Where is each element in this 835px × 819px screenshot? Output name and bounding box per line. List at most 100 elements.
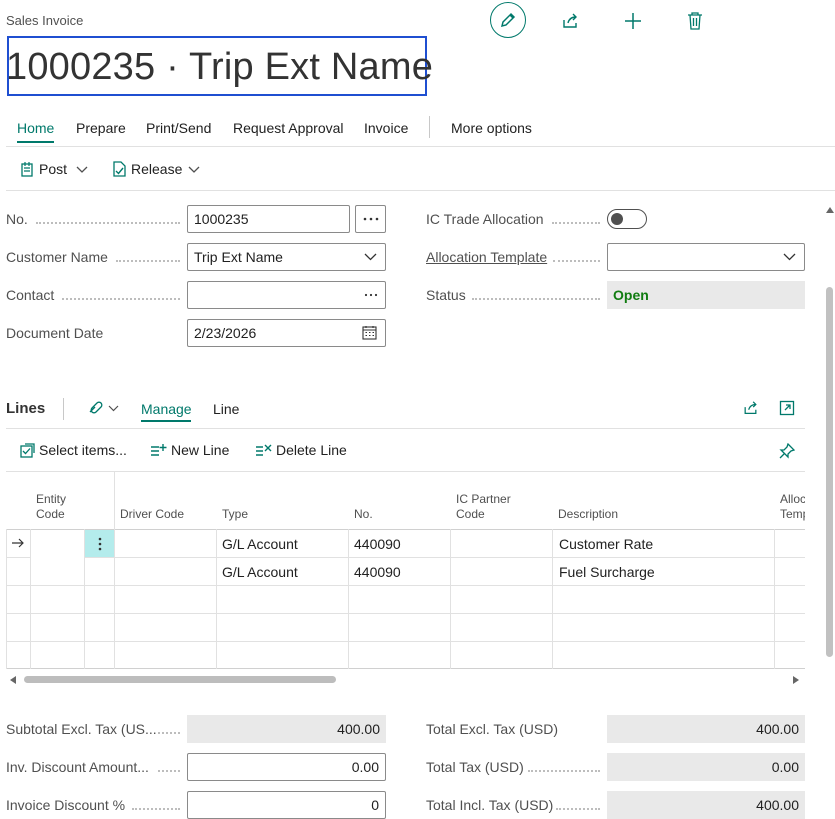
row-divider [6, 557, 805, 558]
inv-discount-amount-field[interactable]: 0.00 [187, 753, 386, 781]
pin-icon[interactable] [779, 443, 795, 459]
contact-label: Contact [6, 287, 55, 303]
col-header-text: Code [36, 507, 65, 521]
line-description-cell[interactable]: Fuel Surcharge [559, 564, 655, 580]
row-divider [6, 585, 805, 586]
chevron-down-icon[interactable] [364, 253, 377, 261]
release-icon [113, 161, 126, 177]
delete-button[interactable] [684, 10, 706, 32]
separator [63, 398, 64, 420]
col-header-allocation-template[interactable]: Alloc Temp [780, 492, 805, 522]
delete-icon [688, 12, 702, 30]
col-header-no[interactable]: No. [354, 507, 373, 522]
divider [6, 146, 835, 147]
post-icon [21, 162, 33, 177]
tab-separator [429, 116, 430, 138]
row-divider [6, 668, 805, 669]
lines-grid: Entity Code Driver Code Type No. IC Part… [6, 471, 805, 669]
horizontal-scrollbar-thumb[interactable] [24, 676, 336, 683]
row-divider [6, 613, 805, 614]
col-divider [348, 529, 349, 669]
calendar-icon[interactable] [362, 325, 377, 340]
new-line-label: New Line [171, 442, 230, 458]
expand-icon[interactable] [779, 400, 795, 416]
no-label: No. [6, 211, 28, 227]
subtotal-value: 400.00 [187, 715, 386, 743]
row-actions-button[interactable] [85, 530, 114, 557]
line-description-cell[interactable]: Customer Rate [559, 536, 653, 552]
tab-home-underline [17, 141, 54, 143]
leader-dots [62, 298, 180, 300]
more-icon[interactable] [364, 293, 378, 297]
share-icon[interactable] [742, 400, 759, 416]
delete-line-button[interactable]: Delete Line [255, 442, 347, 458]
col-divider [114, 471, 115, 529]
customer-name-label: Customer Name [6, 249, 108, 265]
leader-dots [36, 222, 180, 224]
lines-tab-underline [141, 420, 191, 422]
tab-invoice[interactable]: Invoice [364, 120, 408, 136]
release-chevron-down-icon[interactable] [188, 166, 200, 174]
line-type-cell[interactable]: G/L Account [222, 536, 298, 552]
edit-button[interactable] [490, 2, 526, 38]
scroll-left-icon[interactable] [10, 676, 17, 684]
chevron-down-icon [108, 405, 119, 411]
col-divider [552, 529, 553, 669]
chevron-down-icon[interactable] [783, 253, 796, 261]
row-divider [6, 529, 805, 530]
document-date-label: Document Date [6, 325, 104, 341]
share-button[interactable] [559, 10, 581, 32]
page-title: 1000235 · Trip Ext Name [6, 46, 434, 88]
tab-more-options[interactable]: More options [451, 120, 532, 136]
cell-bottom [31, 557, 84, 558]
more-icon [363, 217, 378, 221]
tab-request-approval[interactable]: Request Approval [233, 120, 344, 136]
leader-dots [158, 770, 180, 772]
tab-home[interactable]: Home [17, 120, 54, 136]
leader-dots [158, 732, 180, 734]
current-row-arrow-icon [12, 538, 24, 548]
line-no-cell[interactable]: 440090 [354, 564, 401, 580]
contact-field[interactable] [187, 281, 386, 309]
col-header-driver-code[interactable]: Driver Code [120, 507, 184, 522]
new-line-button[interactable]: New Line [150, 442, 229, 458]
tab-prepare[interactable]: Prepare [76, 120, 126, 136]
document-date-field[interactable]: 2/23/2026 [187, 319, 386, 347]
line-type-cell[interactable]: G/L Account [222, 564, 298, 580]
vertical-scrollbar-thumb[interactable] [826, 287, 833, 657]
col-header-text: Entity [36, 492, 67, 506]
ic-trade-allocation-toggle[interactable] [607, 209, 647, 229]
col-header-description[interactable]: Description [558, 507, 618, 522]
select-items-label: Select items... [39, 442, 127, 458]
lines-tab-manage[interactable]: Manage [141, 401, 192, 417]
add-button[interactable] [622, 10, 644, 32]
col-header-type[interactable]: Type [222, 507, 248, 522]
col-header-entity-code[interactable]: Entity Code [36, 492, 66, 522]
toggle-knob [611, 212, 623, 225]
scroll-up-icon[interactable] [826, 207, 834, 213]
lines-title: Lines [6, 400, 46, 417]
post-chevron-down-icon[interactable] [76, 166, 88, 174]
select-items-button[interactable]: Select items... [20, 442, 127, 458]
line-no-cell[interactable]: 440090 [354, 536, 401, 552]
post-button[interactable]: Post [20, 161, 67, 177]
no-field[interactable]: 1000235 [187, 205, 350, 233]
delete-line-label: Delete Line [276, 442, 347, 458]
scroll-right-icon[interactable] [792, 676, 799, 684]
customer-name-field[interactable]: Trip Ext Name [187, 243, 386, 271]
views-icon [89, 401, 103, 414]
leader-dots [552, 222, 600, 224]
allocation-template-link[interactable]: Allocation Template [426, 249, 547, 265]
lines-views-button[interactable] [88, 400, 119, 416]
no-assist-button[interactable] [355, 205, 386, 233]
allocation-template-field[interactable] [607, 243, 805, 271]
leader-dots [556, 808, 600, 810]
post-label: Post [39, 161, 68, 177]
release-button[interactable]: Release [112, 161, 182, 177]
tab-print-send[interactable]: Print/Send [146, 120, 211, 136]
leader-dots [472, 298, 600, 300]
share-icon [563, 13, 577, 28]
col-header-ic-partner-code[interactable]: IC Partner Code [456, 492, 511, 522]
lines-tab-line[interactable]: Line [213, 401, 239, 417]
invoice-discount-pct-field[interactable]: 0 [187, 791, 386, 819]
